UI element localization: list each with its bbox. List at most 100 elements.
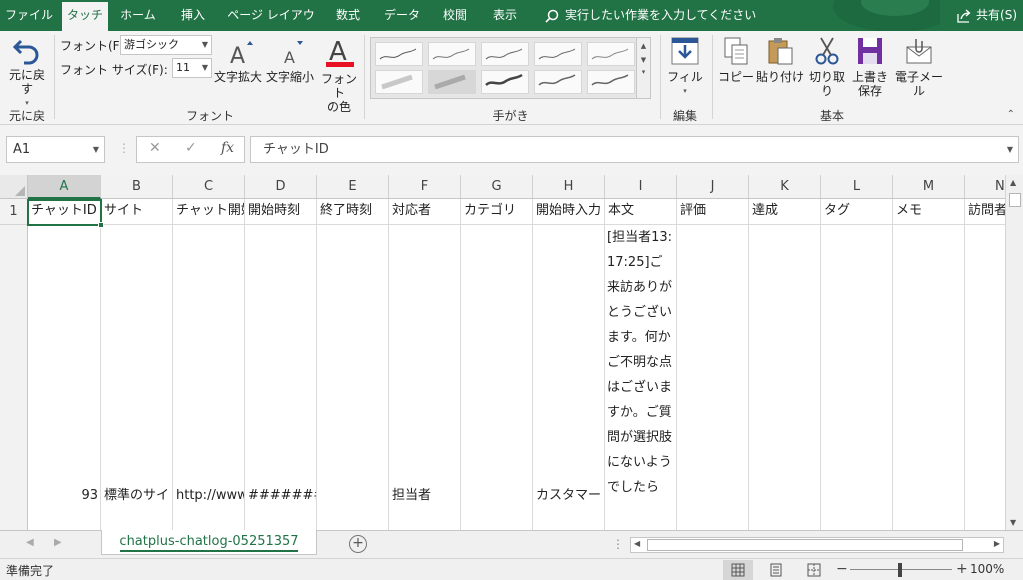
pen-style-1[interactable] (375, 42, 423, 66)
cell-h2[interactable]: カスタマー (533, 225, 605, 530)
cell-a2[interactable]: 93 (28, 225, 101, 530)
normal-view-button[interactable] (723, 560, 753, 580)
tab-home[interactable]: ホーム (112, 0, 164, 31)
column-header-a[interactable]: A (28, 175, 101, 199)
cancel-icon[interactable]: ✕ (149, 140, 161, 156)
save-button[interactable]: 上書き 保存 (850, 35, 890, 98)
drag-handle-icon[interactable]: ⋮ (118, 141, 130, 155)
cell-n2[interactable] (965, 225, 1005, 530)
copy-button[interactable]: コピー (718, 35, 754, 84)
cell-j1[interactable]: 評価 (677, 199, 749, 225)
tab-page-layout[interactable]: ページ レイアウト (222, 0, 320, 53)
cell-f1[interactable]: 対応者 (389, 199, 461, 225)
scroll-down-icon[interactable]: ▼ (1010, 518, 1016, 527)
sheet-next-icon[interactable]: ▶ (54, 537, 62, 548)
cell-c1[interactable]: チャット開始 (173, 199, 245, 225)
tab-view[interactable]: 表示 (482, 0, 528, 31)
fill-button[interactable]: フィル ▾ (664, 35, 706, 98)
cell-g2[interactable] (461, 225, 533, 530)
zoom-out-icon[interactable]: − (836, 561, 848, 577)
pen-gallery[interactable]: ▲ ▼ ▾ (370, 37, 651, 99)
shrink-font-button[interactable]: A 文字縮小 (264, 37, 316, 84)
column-header-m[interactable]: M (893, 175, 965, 199)
pen-style-5[interactable] (587, 42, 635, 66)
pen-style-2[interactable] (428, 42, 476, 66)
page-layout-view-button[interactable] (761, 560, 791, 580)
zoom-slider[interactable]: − + (836, 561, 968, 579)
zoom-in-icon[interactable]: + (956, 561, 968, 577)
column-header-e[interactable]: E (317, 175, 389, 199)
cell-d2[interactable]: ####### (245, 225, 317, 530)
cell-d1[interactable]: 開始時刻 (245, 199, 317, 225)
cell-i1[interactable]: 本文 (605, 199, 677, 225)
name-box[interactable]: A1 ▼ (6, 136, 105, 163)
gallery-scroll[interactable]: ▲ ▼ ▾ (636, 38, 650, 98)
row-header-2[interactable] (0, 225, 28, 530)
cell-k2[interactable] (749, 225, 821, 530)
fill-handle[interactable] (98, 222, 104, 228)
highlighter-style-1[interactable] (375, 70, 423, 94)
sheet-tab-active[interactable]: chatplus-chatlog-05251357 (101, 530, 317, 555)
insert-function-icon[interactable]: fx (221, 140, 234, 156)
worksheet-grid[interactable]: A B C D E F G H I J K L M N 1 チャットID サイト… (0, 175, 1005, 530)
font-size-combo[interactable]: 11 ▼ (172, 58, 212, 78)
vertical-scrollbar[interactable]: ▲ ▼ (1005, 175, 1023, 530)
cell-i2[interactable]: [担当者13:17:25]ご来訪ありがとうございます。何かご不明な点はございます… (605, 225, 677, 530)
email-button[interactable]: 電子メール (890, 35, 948, 98)
scroll-up-icon[interactable]: ▲ (1010, 178, 1016, 187)
share-button[interactable]: 共有(S) (957, 0, 1017, 31)
column-header-d[interactable]: D (245, 175, 317, 199)
tab-touch[interactable]: タッチ (62, 2, 108, 31)
undo-button[interactable]: 元に戻す ▾ (4, 35, 50, 110)
column-header-f[interactable]: F (389, 175, 461, 199)
cell-e2[interactable] (317, 225, 389, 530)
cut-button[interactable]: 切り取り (804, 35, 850, 98)
cell-j2[interactable] (677, 225, 749, 530)
column-header-i[interactable]: I (605, 175, 677, 199)
column-header-k[interactable]: K (749, 175, 821, 199)
cell-b2[interactable]: 標準のサイト (101, 225, 173, 530)
column-header-g[interactable]: G (461, 175, 533, 199)
pen-style-8[interactable] (587, 70, 635, 94)
add-sheet-icon[interactable]: + (349, 535, 367, 553)
tab-file[interactable]: ファイル (0, 0, 58, 31)
zoom-knob[interactable] (898, 563, 902, 577)
column-header-n[interactable]: N (965, 175, 1005, 199)
collapse-ribbon-icon[interactable]: ⌃ (1007, 109, 1015, 120)
vertical-scroll-thumb[interactable] (1009, 193, 1021, 207)
tab-review[interactable]: 校閲 (432, 0, 478, 31)
column-header-l[interactable]: L (821, 175, 893, 199)
cell-g1[interactable]: カテゴリ (461, 199, 533, 225)
column-header-j[interactable]: J (677, 175, 749, 199)
zoom-level[interactable]: 100% (970, 562, 1004, 576)
select-all-button[interactable] (0, 175, 28, 199)
enter-check-icon[interactable]: ✓ (185, 140, 197, 156)
pen-style-7[interactable] (534, 70, 582, 94)
font-name-combo[interactable]: 游ゴシック ▼ (120, 35, 212, 55)
cell-n1[interactable]: 訪問者 (965, 199, 1005, 225)
scroll-left-icon[interactable]: ◀ (634, 539, 640, 548)
column-header-h[interactable]: H (533, 175, 605, 199)
sheet-prev-icon[interactable]: ◀ (26, 537, 34, 548)
cell-k1[interactable]: 達成 (749, 199, 821, 225)
tab-insert[interactable]: 挿入 (168, 0, 218, 31)
cell-f2[interactable]: 担当者 (389, 225, 461, 530)
paste-button[interactable]: 貼り付け (756, 35, 804, 84)
font-color-button[interactable]: A フォント の色 (318, 35, 360, 114)
cell-h1[interactable]: 開始時入力 (533, 199, 605, 225)
cell-b1[interactable]: サイト (101, 199, 173, 225)
cell-m1[interactable]: メモ (893, 199, 965, 225)
split-handle-icon[interactable]: ⋮ (612, 537, 624, 551)
cell-e1[interactable]: 終了時刻 (317, 199, 389, 225)
cell-m2[interactable] (893, 225, 965, 530)
tell-me-box[interactable]: 実行したい作業を入力してください (545, 0, 756, 31)
pen-style-4[interactable] (534, 42, 582, 66)
page-break-view-button[interactable] (799, 560, 829, 580)
pen-style-3[interactable] (481, 42, 529, 66)
column-header-c[interactable]: C (173, 175, 245, 199)
pen-style-6[interactable] (481, 70, 529, 94)
cell-l1[interactable]: タグ (821, 199, 893, 225)
scroll-right-icon[interactable]: ▶ (994, 539, 1000, 548)
horizontal-scrollbar[interactable]: ◀ ▶ (630, 537, 1004, 553)
tab-formulas[interactable]: 数式 (324, 0, 372, 31)
